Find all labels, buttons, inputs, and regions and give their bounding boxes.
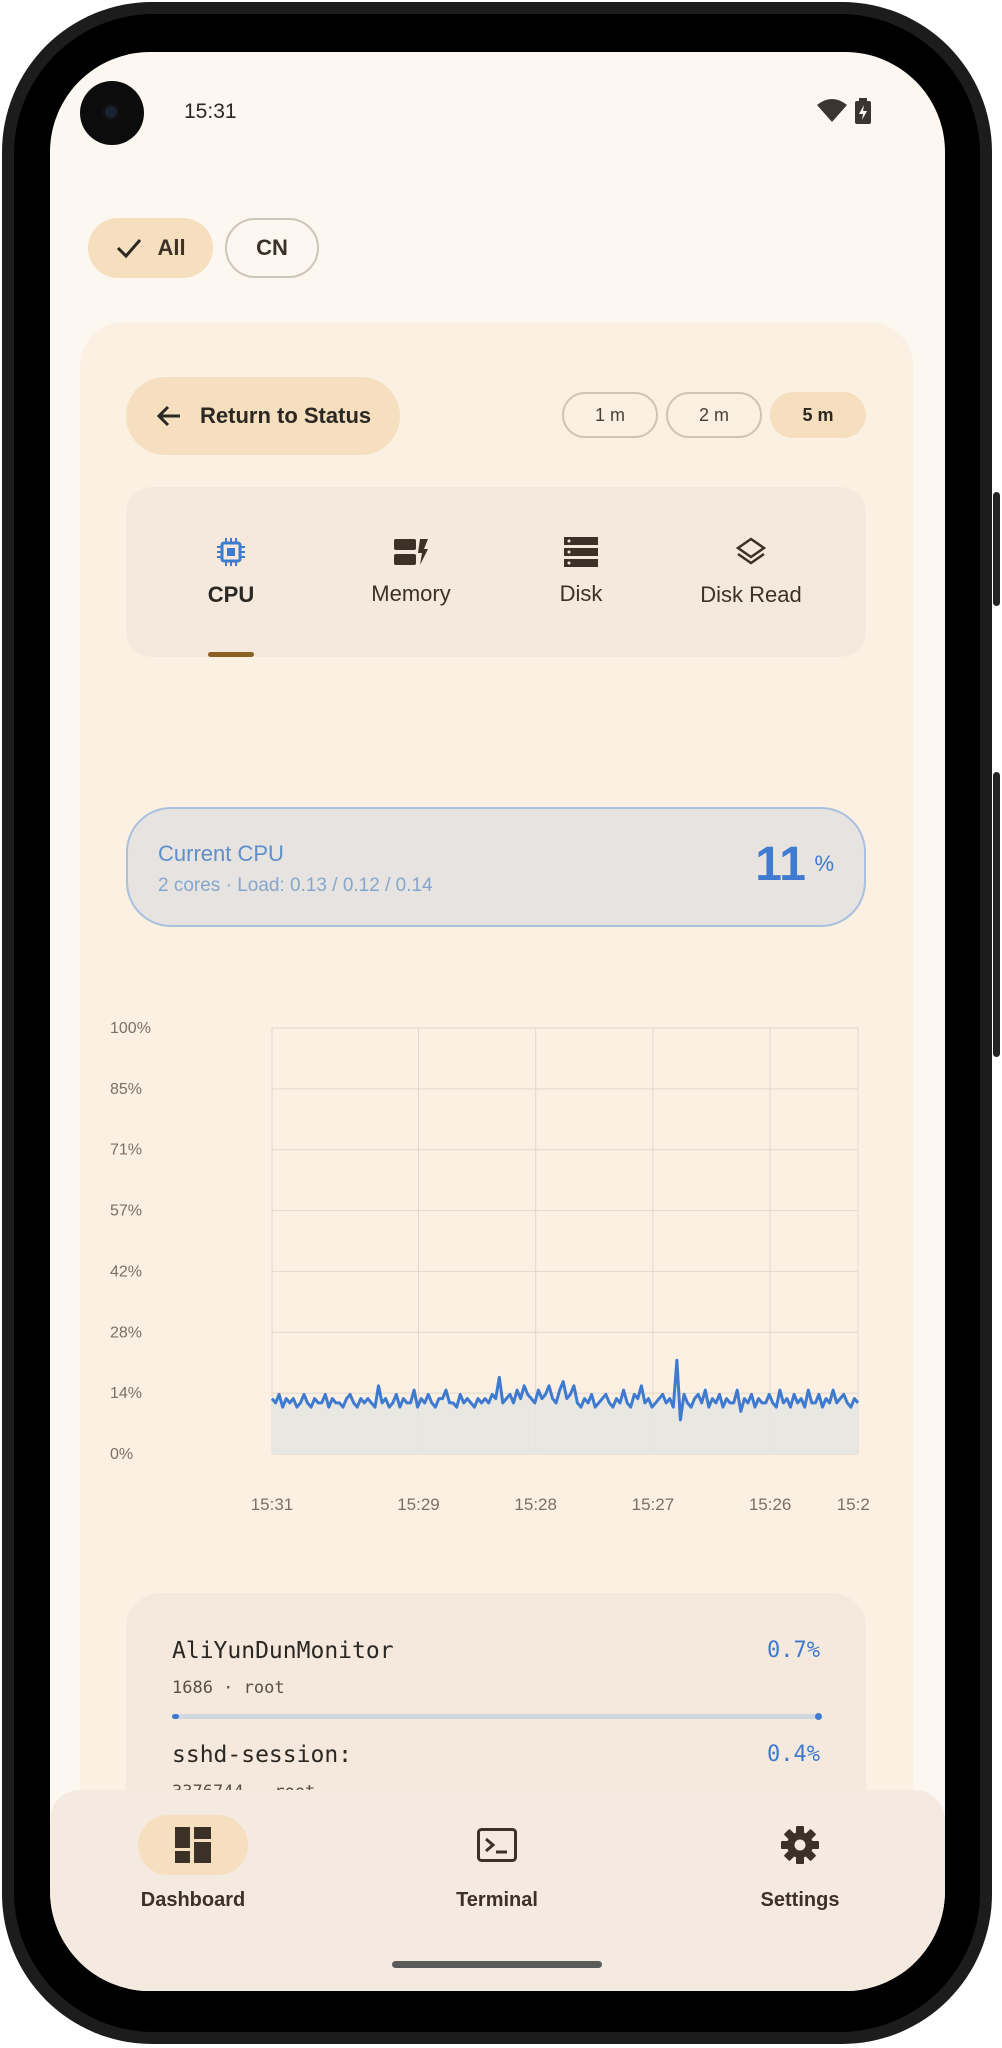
range-1m[interactable]: 1 m — [562, 392, 658, 438]
chip-cn[interactable]: CN — [225, 218, 319, 278]
y-tick-label: 28% — [110, 1324, 142, 1341]
nav-settings-pill — [745, 1815, 855, 1875]
filter-chips: All CN — [88, 218, 319, 278]
nav-dashboard[interactable]: Dashboard — [93, 1790, 293, 1912]
gear-icon — [781, 1826, 819, 1864]
phone: 15:31 All CN Return to Status 1 m 2 m 5 … — [0, 0, 1002, 2048]
cpu-icon — [217, 538, 245, 566]
screen: 15:31 All CN Return to Status 1 m 2 m 5 … — [50, 52, 945, 1991]
cpu-chart: 100% 85% 71% 57% 42% 28% 14% 0% 15:31 15:29 15:28 1… — [110, 1020, 879, 1542]
chip-cn-label: CN — [256, 235, 288, 260]
tab-memory[interactable]: Memory — [336, 487, 486, 657]
y-tick-label: 85% — [110, 1081, 142, 1098]
nav-dashboard-label: Dashboard — [140, 1889, 246, 1911]
x-tick-label: 15:27 — [632, 1495, 675, 1514]
bottom-nav: Dashboard Terminal Settings — [50, 1790, 945, 1991]
x-tick-label: 15:29 — [397, 1495, 440, 1514]
process-name: sshd-session: — [172, 1742, 353, 1768]
nav-dashboard-pill — [138, 1815, 248, 1875]
nav-settings[interactable]: Settings — [700, 1790, 900, 1912]
y-tick-label: 42% — [110, 1263, 142, 1280]
tab-disk-read-label: Disk Read — [700, 582, 802, 607]
detail-card: Return to Status 1 m 2 m 5 m CPU Memory — [80, 322, 913, 1991]
camera — [80, 81, 144, 145]
y-tick-label: 71% — [110, 1142, 142, 1159]
nav-terminal-label: Terminal — [456, 1889, 538, 1911]
power-button — [993, 492, 1000, 606]
status-time: 15:31 — [184, 100, 237, 123]
nav-terminal-pill — [442, 1815, 552, 1875]
tab-disk-read[interactable]: Disk Read — [676, 487, 826, 657]
memory-icon — [394, 539, 428, 565]
current-cpu-value: 11 — [755, 838, 806, 891]
range-5m[interactable]: 5 m — [770, 392, 866, 438]
metric-tabs: CPU Memory Disk Disk Read — [126, 487, 866, 657]
x-tick-label: 15:26 — [837, 1495, 870, 1514]
battery-icon — [855, 98, 871, 124]
dashboard-icon — [175, 1827, 211, 1863]
process-meta: 1686 · root — [172, 1678, 285, 1698]
process-percent: 0.4% — [767, 1742, 820, 1767]
arrow-left-icon — [156, 405, 180, 427]
wifi-icon — [817, 99, 847, 122]
tab-active-indicator — [208, 652, 254, 657]
range-2m[interactable]: 2 m — [666, 392, 762, 438]
status-icons — [817, 98, 871, 124]
y-tick-label: 100% — [110, 1022, 151, 1037]
return-label: Return to Status — [200, 403, 372, 428]
process-bar-end-dot — [815, 1713, 822, 1720]
y-tick-label: 57% — [110, 1203, 142, 1220]
terminal-icon — [477, 1828, 517, 1862]
current-cpu-subtitle: 2 cores · Load: 0.13 / 0.12 / 0.14 — [158, 875, 433, 896]
disk-icon — [564, 537, 598, 567]
y-tick-label: 14% — [110, 1385, 142, 1402]
process-percent: 0.7% — [767, 1638, 820, 1663]
chip-all-label: All — [157, 235, 186, 260]
layers-icon — [735, 537, 767, 565]
x-tick-label: 15:31 — [251, 1495, 294, 1514]
chip-all[interactable]: All — [88, 218, 213, 278]
current-cpu-card: Current CPU 2 cores · Load: 0.13 / 0.12 … — [126, 807, 866, 927]
process-bar-fill — [172, 1714, 179, 1719]
tab-cpu-label: CPU — [207, 582, 255, 607]
current-cpu-title: Current CPU — [158, 841, 284, 866]
nav-terminal[interactable]: Terminal — [397, 1790, 597, 1912]
nav-settings-label: Settings — [760, 1889, 840, 1911]
x-tick-label: 15:28 — [514, 1495, 557, 1514]
process-row[interactable]: AliYunDunMonitor 1686 · root 0.7% — [172, 1638, 822, 1742]
y-tick-label: 0% — [110, 1446, 133, 1463]
process-name: AliYunDunMonitor — [172, 1638, 394, 1664]
tab-disk-label: Disk — [559, 581, 603, 606]
x-tick-label: 15:26 — [749, 1495, 792, 1514]
home-indicator[interactable] — [392, 1961, 602, 1968]
current-cpu-unit: % — [814, 851, 834, 876]
tab-cpu[interactable]: CPU — [166, 487, 296, 657]
check-icon — [117, 239, 142, 259]
return-to-status-button[interactable]: Return to Status — [126, 377, 400, 455]
volume-button — [993, 772, 1000, 1057]
tab-disk[interactable]: Disk — [516, 487, 646, 657]
process-bar — [172, 1713, 822, 1720]
cpu-chart-svg: 100% 85% 71% 57% 42% 28% 14% 0% 15:31 15:29 15:28 1… — [110, 1020, 879, 1514]
tab-memory-label: Memory — [371, 581, 451, 606]
time-range-selector: 1 m 2 m 5 m — [562, 392, 866, 438]
